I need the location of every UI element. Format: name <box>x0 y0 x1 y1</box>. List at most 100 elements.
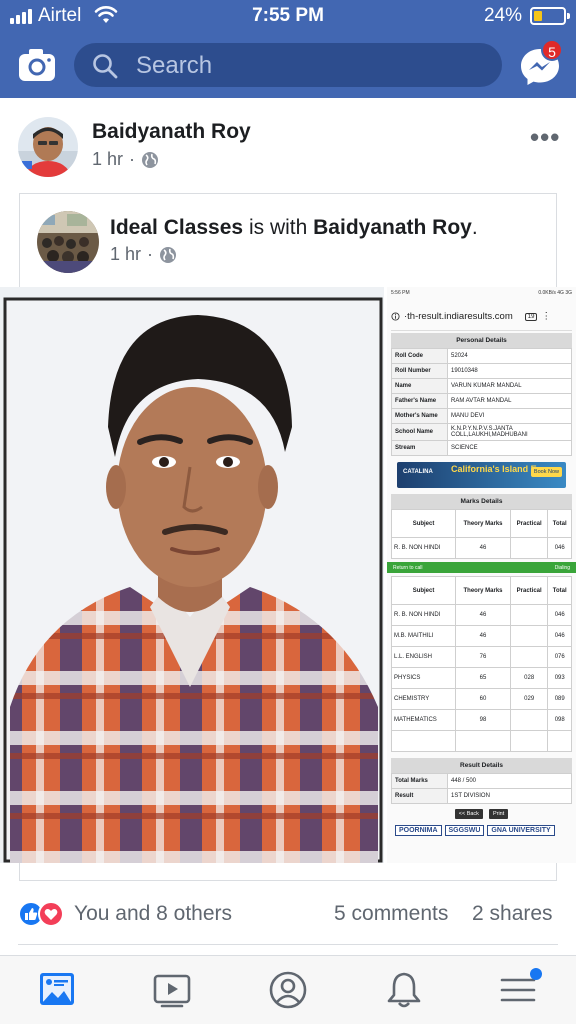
personal-details-heading: Personal Details <box>391 333 572 348</box>
more-options-button[interactable]: ••• <box>530 122 560 153</box>
table-cell <box>509 730 549 752</box>
column-header: Practical <box>509 576 549 605</box>
table-cell <box>390 730 457 752</box>
page-name[interactable]: Ideal Classes <box>110 216 243 239</box>
row-value: SCIENCE <box>447 440 572 456</box>
row-label: Roll Code <box>391 348 448 364</box>
row-value: MANU DEVI <box>447 408 572 424</box>
notifications-icon[interactable] <box>384 970 424 1010</box>
table-cell: 46 <box>455 537 511 559</box>
call-bar: Return to call Dialing <box>387 562 576 573</box>
column-header: Practical <box>509 509 549 538</box>
row-value: VARUN KUMAR MANDAL <box>447 378 572 394</box>
post-meta: 1 hr · <box>92 149 159 170</box>
table-row: Stream SCIENCE <box>391 440 572 456</box>
result-buttons: << Back Print <box>387 809 576 819</box>
column-header: Total <box>547 576 572 605</box>
messenger-badge: 5 <box>541 39 563 61</box>
search-placeholder: Search <box>136 52 213 79</box>
author-avatar[interactable] <box>18 117 78 177</box>
search-icon <box>93 54 118 79</box>
table-cell <box>547 730 572 752</box>
table-cell: 028 <box>509 667 549 689</box>
table-cell: L.L. ENGLISH <box>390 646 457 668</box>
post-time[interactable]: 1 hr <box>92 149 123 170</box>
shares-count[interactable]: 2 shares <box>472 902 553 926</box>
student-photo[interactable] <box>0 287 384 863</box>
table-row: Roll Code 52024 <box>391 348 572 364</box>
info-icon <box>391 312 400 321</box>
table-row: Father's Name RAM AVTAR MANDAL <box>391 393 572 409</box>
table-row: PHYSICS 65 028 093 <box>390 667 572 689</box>
reactions-text[interactable]: You and 8 others <box>74 902 232 926</box>
table-cell: 76 <box>455 646 511 668</box>
page-avatar[interactable] <box>37 211 99 273</box>
shared-post-meta: 1 hr · <box>110 244 177 265</box>
result-status-bar: 5:56 PM 0.0KB/s 4G 3G <box>387 287 576 299</box>
column-header: Total <box>547 509 572 538</box>
row-label: Roll Number <box>391 363 448 379</box>
call-bar-right: Dialing <box>554 564 570 571</box>
camera-icon[interactable] <box>18 48 56 82</box>
row-label: Result <box>391 788 448 804</box>
search-bar[interactable]: Search <box>74 43 502 87</box>
table-row: CHEMISTRY 60 029 089 <box>390 688 572 710</box>
table-cell <box>509 604 549 626</box>
table-cell <box>509 709 549 731</box>
column-header: Subject <box>390 509 457 538</box>
ad-brand: CATALINA <box>403 469 433 475</box>
table-cell: 65 <box>455 667 511 689</box>
row-value: RAM AVTAR MANDAL <box>447 393 572 409</box>
divider <box>18 944 558 945</box>
table-cell: 076 <box>547 646 572 668</box>
table-cell: 46 <box>455 625 511 647</box>
battery-percent: 24% <box>483 5 522 26</box>
table-row: School Name K.N.P.Y.N.P.V.S.JANTA COLL,LA… <box>391 423 572 441</box>
table-cell: 046 <box>547 537 572 559</box>
row-label: Total Marks <box>391 773 448 789</box>
table-row: Roll Number 19010348 <box>391 363 572 379</box>
tagged-user[interactable]: Baidyanath Roy <box>313 216 472 239</box>
love-icon <box>38 901 64 927</box>
table-row: MATHEMATICS 98 098 <box>390 709 572 731</box>
logo-strip: POORNIMA SGGSWU GNA UNIVERSITY <box>395 825 572 836</box>
row-label: School Name <box>391 423 448 441</box>
table-row <box>390 730 572 752</box>
table-cell: 98 <box>455 709 511 731</box>
table-row: Name VARUN KUMAR MANDAL <box>391 378 572 394</box>
table-cell: R. B. NON HINDI <box>390 604 457 626</box>
table-cell <box>455 730 511 752</box>
post-author[interactable]: Baidyanath Roy <box>92 120 251 144</box>
menu-notification-dot <box>530 968 542 980</box>
comments-count[interactable]: 5 comments <box>334 902 448 926</box>
table-cell: 029 <box>509 688 549 710</box>
table-cell: PHYSICS <box>390 667 457 689</box>
table-cell: M.B. MAITHILI <box>390 625 457 647</box>
table-cell: MATHEMATICS <box>390 709 457 731</box>
marks-table: Subject Theory Marks Practical Total R. B. … <box>390 576 572 752</box>
table-cell <box>509 625 549 647</box>
table-row: M.B. MAITHILI 46 046 <box>390 625 572 647</box>
result-details-table: Total Marks 448 / 500 Result 1ST DIVISION <box>391 773 572 804</box>
table-cell: 089 <box>547 688 572 710</box>
marks-table-top: Subject Theory Marks Practical Total R. B. … <box>390 509 572 559</box>
back-button: << Back <box>454 809 483 819</box>
table-cell: 46 <box>455 604 511 626</box>
table-row: Mother's Name MANU DEVI <box>391 408 572 424</box>
status-bar: Airtel 7:55 PM 24% <box>0 0 576 34</box>
table-row: Total Marks 448 / 500 <box>391 773 572 789</box>
result-status-right: 0.0KB/s 4G 3G <box>538 290 572 296</box>
news-feed-icon[interactable] <box>38 970 78 1010</box>
result-screenshot[interactable]: 5:56 PM 0.0KB/s 4G 3G ·th-result.indiare… <box>387 287 576 863</box>
ad-banner: CATALINA California's Island Escape Book… <box>397 462 566 488</box>
watch-icon[interactable] <box>152 970 192 1010</box>
profile-icon[interactable] <box>268 970 308 1010</box>
print-button: Print <box>488 809 509 819</box>
university-logo: POORNIMA <box>395 825 442 836</box>
reaction-icons[interactable] <box>18 901 64 927</box>
table-cell: 046 <box>547 625 572 647</box>
meta-separator: · <box>147 244 154 264</box>
table-cell <box>509 537 549 559</box>
shared-post-time[interactable]: 1 hr <box>110 244 141 265</box>
result-status-time: 5:56 PM <box>391 290 410 296</box>
